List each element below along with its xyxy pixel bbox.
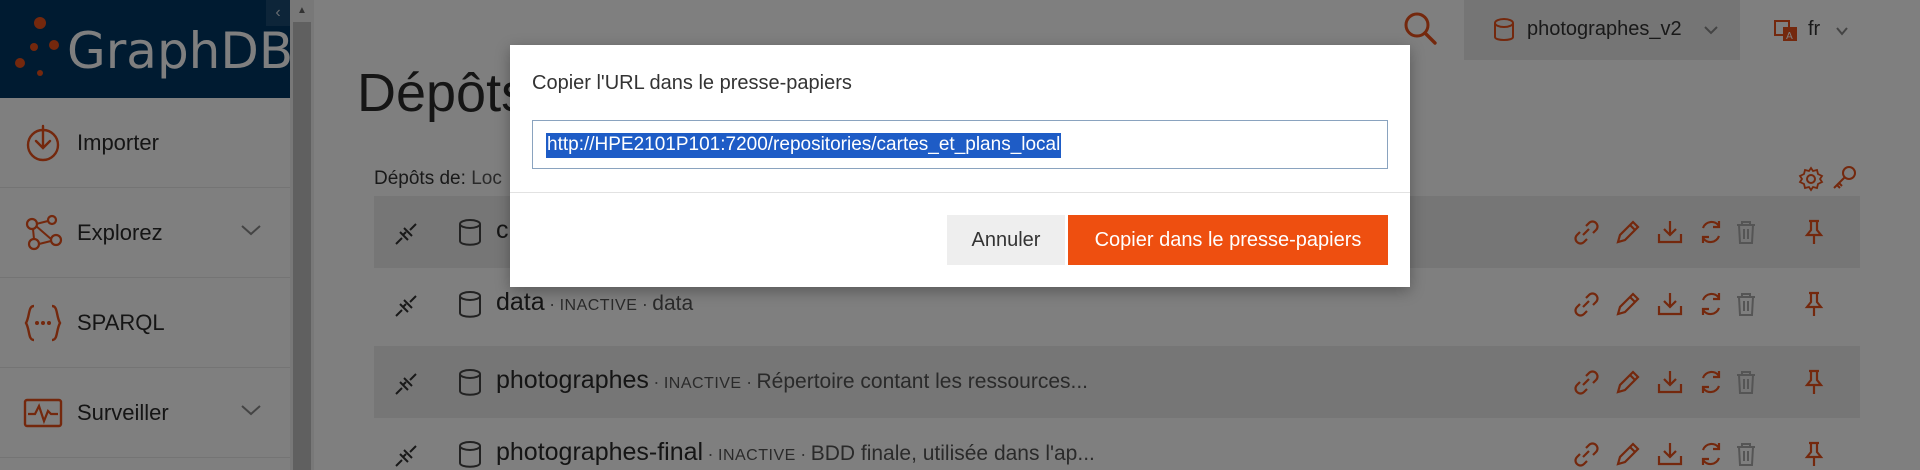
copy-to-clipboard-button[interactable]: Copier dans le presse-papiers bbox=[1068, 215, 1388, 265]
url-selected-text[interactable]: http://HPE2101P101:7200/repositories/car… bbox=[546, 133, 1062, 158]
url-field[interactable]: http://HPE2101P101:7200/repositories/car… bbox=[532, 120, 1388, 169]
divider bbox=[510, 192, 1410, 193]
cancel-button[interactable]: Annuler bbox=[947, 215, 1065, 265]
dialog-title: Copier l'URL dans le presse-papiers bbox=[532, 72, 852, 94]
copy-url-dialog: Copier l'URL dans le presse-papiers http… bbox=[510, 45, 1410, 287]
